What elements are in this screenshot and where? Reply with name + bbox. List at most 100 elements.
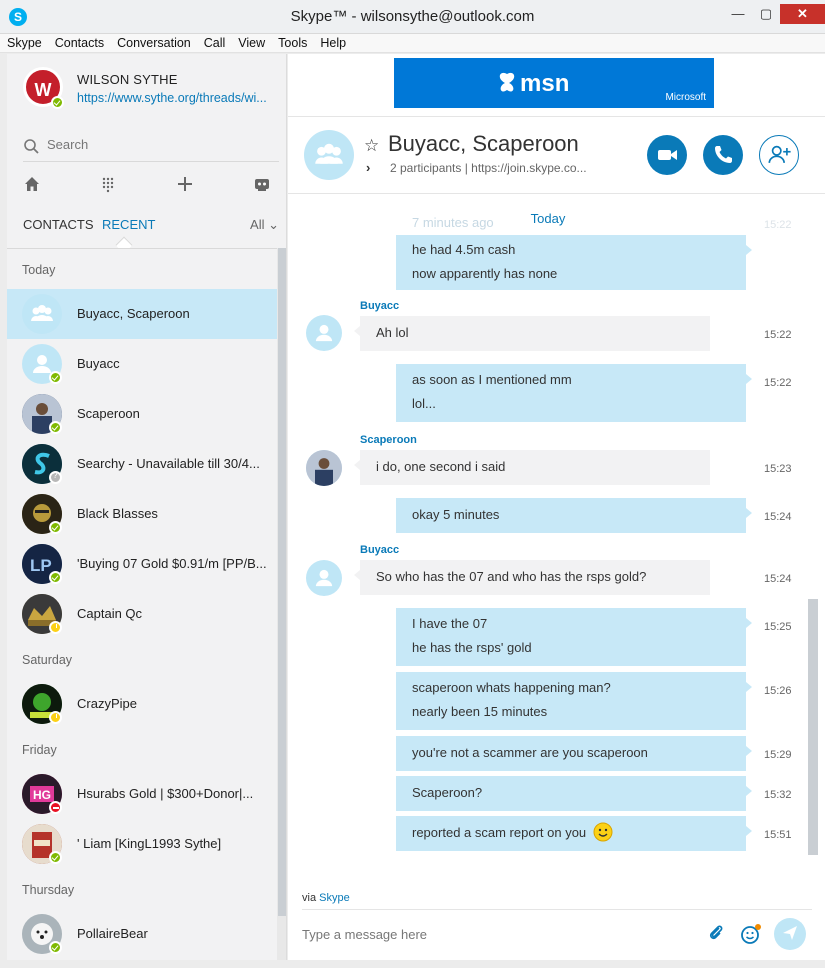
search-input[interactable]: Search <box>47 137 88 152</box>
group-header-thursday: Thursday <box>22 883 75 897</box>
message-time: 15:22 <box>764 329 792 341</box>
conversation-subtitle[interactable]: 2 participants | https://join.skype.co..… <box>390 161 587 175</box>
list-item[interactable]: HG Hsurabs Gold | $300+Donor|... <box>7 769 277 819</box>
menu-view[interactable]: View <box>231 34 271 52</box>
scrollbar-thumb[interactable] <box>278 248 286 916</box>
audio-call-button[interactable] <box>703 135 743 175</box>
menu-conversation[interactable]: Conversation <box>110 34 197 52</box>
msn-logo-text: msn <box>520 70 570 97</box>
group-icon <box>31 305 53 321</box>
dialpad-icon[interactable] <box>98 174 118 194</box>
status-dnd-icon <box>49 801 62 814</box>
contact-name: Black Blasses <box>77 506 158 521</box>
group-header-friday: Friday <box>22 743 57 757</box>
chevron-right-icon[interactable]: › <box>366 160 370 175</box>
contact-name: PollaireBear <box>77 926 148 941</box>
status-online-icon <box>49 851 62 864</box>
maximize-button[interactable]: ▢ <box>753 4 779 24</box>
list-item[interactable]: Buyacc <box>7 339 277 389</box>
message-bubble-incoming[interactable]: So who has the 07 and who has the rsps g… <box>354 560 710 595</box>
home-icon[interactable] <box>22 174 42 194</box>
message-bubble-outgoing[interactable]: you're not a scammer are you scaperoon <box>396 736 752 771</box>
contact-name: 'Buying 07 Gold $0.91/m [PP/B... <box>77 556 267 571</box>
message-bubble-outgoing[interactable]: I have the 07 he has the rsps' gold <box>396 608 752 666</box>
microsoft-label: Microsoft <box>665 92 706 103</box>
profile-status-online-icon <box>51 96 64 109</box>
paperclip-icon[interactable] <box>706 923 726 943</box>
menu-call[interactable]: Call <box>197 34 232 52</box>
group-avatar <box>22 294 62 334</box>
list-item[interactable]: Black Blasses <box>7 489 277 539</box>
message-line: lol... <box>412 396 436 411</box>
conversation-title: Buyacc, Scaperoon <box>388 131 579 156</box>
contact-name: Buyacc, Scaperoon <box>77 306 190 321</box>
via-label: via Skype <box>302 892 350 904</box>
contact-list-scrollbar[interactable] <box>277 248 286 960</box>
group-header-saturday: Saturday <box>22 653 73 667</box>
svg-text:LP: LP <box>30 556 52 575</box>
list-item[interactable]: LP 'Buying 07 Gold $0.91/m [PP/B... <box>7 539 277 589</box>
phone-icon <box>715 146 732 163</box>
message-bubble-outgoing[interactable]: as soon as I mentioned mm lol... <box>396 364 752 422</box>
contact-name: CrazyPipe <box>77 696 137 711</box>
profile-card[interactable]: W WILSON SYTHE https://www.sythe.org/thr… <box>7 54 286 124</box>
add-contact-plus-icon[interactable] <box>175 174 195 194</box>
menu-help[interactable]: Help <box>313 34 352 52</box>
message-bubble-outgoing[interactable]: Scaperoon? <box>396 776 752 811</box>
via-skype-link[interactable]: Skype <box>319 892 350 904</box>
send-button[interactable] <box>774 918 806 950</box>
close-button[interactable]: ✕ <box>780 4 825 24</box>
group-header-today: Today <box>22 263 56 277</box>
conversation-avatar[interactable] <box>304 130 354 180</box>
message-line: Ah lol <box>376 325 409 340</box>
tab-recent[interactable]: RECENT <box>102 217 155 232</box>
message-bubble-outgoing[interactable]: reported a scam report on you <box>396 816 752 851</box>
favorite-star-icon[interactable]: ☆ <box>364 136 379 156</box>
menu-contacts[interactable]: Contacts <box>48 34 110 52</box>
message-line: he had 4.5m cash <box>412 242 516 257</box>
message-time: 15:51 <box>764 829 792 841</box>
list-item[interactable]: ' Liam [KingL1993 Sythe] <box>7 819 277 869</box>
message-bubble-outgoing[interactable]: scaperoon whats happening man? nearly be… <box>396 672 752 730</box>
sender-avatar[interactable] <box>306 450 342 486</box>
status-away-icon <box>49 621 62 634</box>
filter-dropdown[interactable]: All ⌄ <box>250 217 279 233</box>
list-item[interactable]: CrazyPipe <box>7 679 277 729</box>
sender-name: Buyacc <box>360 300 400 312</box>
search-box[interactable]: Search <box>23 132 279 162</box>
sender-avatar[interactable] <box>306 315 342 351</box>
profile-mood-link[interactable]: https://www.sythe.org/threads/wi... <box>77 91 277 105</box>
menu-tools[interactable]: Tools <box>271 34 313 52</box>
status-online-icon <box>49 571 62 584</box>
list-item[interactable]: Buyacc, Scaperoon <box>7 289 277 339</box>
video-call-button[interactable] <box>647 135 687 175</box>
emoticon-icon[interactable] <box>740 923 762 945</box>
list-item[interactable]: Scaperoon <box>7 389 277 439</box>
message-line: scaperoon whats happening man? <box>412 680 611 695</box>
message-scrollbar-thumb[interactable] <box>808 599 818 855</box>
person-icon <box>315 324 333 342</box>
tab-contacts[interactable]: CONTACTS <box>23 217 94 232</box>
message-input[interactable]: Type a message here <box>302 927 427 942</box>
message-composer: via Skype Type a message here <box>288 892 825 960</box>
contact-name: Hsurabs Gold | $300+Donor|... <box>77 786 254 801</box>
bot-icon[interactable] <box>252 174 272 194</box>
sender-avatar[interactable] <box>306 560 342 596</box>
message-bubble-outgoing[interactable]: okay 5 minutes <box>396 498 752 533</box>
message-bubble-outgoing[interactable]: he had 4.5m cash now apparently has none <box>396 235 752 290</box>
recent-list: Today Buyacc, Scaperoon Buyacc Scaperoon <box>7 248 277 960</box>
list-item[interactable]: PollaireBear <box>7 909 277 959</box>
svg-text:HG: HG <box>33 788 51 802</box>
list-item[interactable]: Captain Qc <box>7 589 277 639</box>
title-bar: S Skype™ - wilsonsythe@outlook.com — ▢ ✕ <box>0 0 825 34</box>
menu-skype[interactable]: Skype <box>0 34 48 52</box>
add-participant-button[interactable] <box>759 135 799 175</box>
list-item[interactable]: Searchy - Unavailable till 30/4... <box>7 439 277 489</box>
minimize-button[interactable]: — <box>725 4 751 24</box>
contact-name: ' Liam [KingL1993 Sythe] <box>77 836 222 851</box>
message-bubble-incoming[interactable]: Ah lol <box>354 316 710 351</box>
message-bubble-incoming[interactable]: i do, one second i said <box>354 450 710 485</box>
smiley-emoji-icon <box>593 822 613 842</box>
msn-ad-banner[interactable]: msn Microsoft <box>394 58 714 108</box>
status-online-icon <box>49 371 62 384</box>
